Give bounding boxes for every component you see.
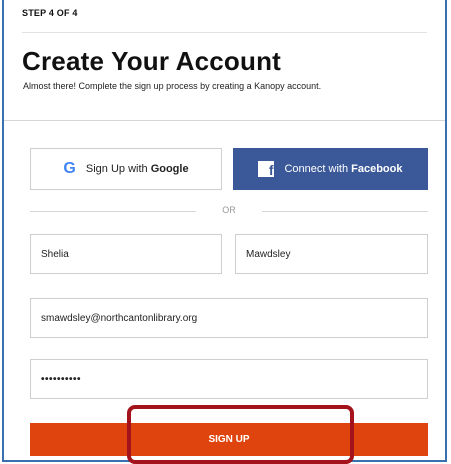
last-name-field[interactable]: Mawdsley <box>235 234 428 274</box>
facebook-icon: f <box>258 161 275 177</box>
facebook-label-brand: Facebook <box>351 163 403 175</box>
header-divider <box>22 32 427 33</box>
page-title: Create Your Account <box>22 46 282 76</box>
facebook-label-prefix: Connect with <box>284 163 352 175</box>
password-field[interactable]: •••••••••• <box>30 359 428 399</box>
google-button-label: Sign Up with Google <box>86 163 189 175</box>
sign-up-highlight-box <box>127 405 354 464</box>
or-text: OR <box>222 205 236 215</box>
facebook-connect-button[interactable]: f Connect with Facebook <box>233 148 428 190</box>
first-name-field[interactable]: Shelia <box>30 234 222 274</box>
step-indicator: STEP 4 OF 4 <box>22 8 78 18</box>
google-icon: G <box>63 160 76 177</box>
facebook-button-label: Connect with Facebook <box>284 163 402 175</box>
section-divider <box>4 120 445 121</box>
or-line-right <box>262 211 428 212</box>
google-label-brand: Google <box>150 163 189 175</box>
google-label-prefix: Sign Up with <box>85 163 151 175</box>
email-field[interactable]: smawdsley@northcantonlibrary.org <box>30 298 428 338</box>
page-subtitle: Almost there! Complete the sign up proce… <box>23 81 322 91</box>
or-divider: OR <box>30 204 428 218</box>
google-signup-button[interactable]: G Sign Up with Google <box>30 148 222 190</box>
